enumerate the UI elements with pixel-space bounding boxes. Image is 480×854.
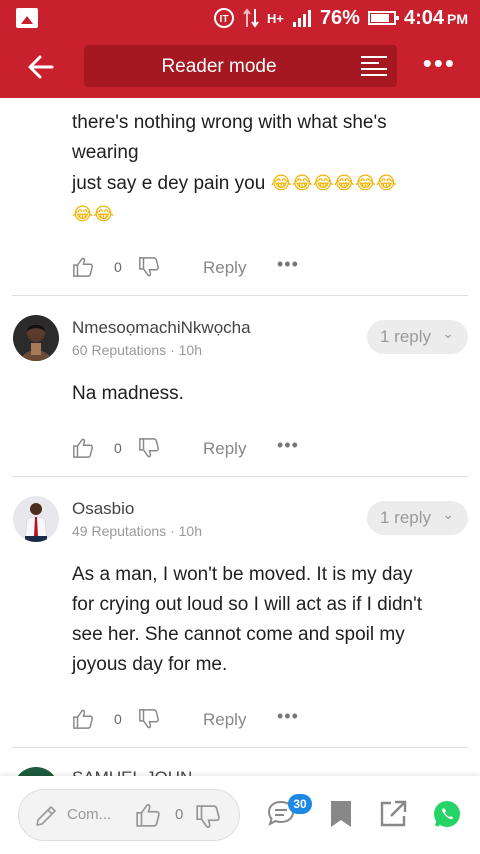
back-button[interactable] xyxy=(26,52,58,82)
comment-line: wearing xyxy=(72,142,139,163)
comment-more-button[interactable]: ••• xyxy=(277,706,299,727)
comment-line: there's nothing wrong with what she's xyxy=(72,112,387,133)
like-count: 0 xyxy=(114,259,122,275)
reply-button[interactable]: Reply xyxy=(203,258,246,278)
comment-line: joyous day for me. xyxy=(72,654,228,675)
comment-composer[interactable]: Com... 0 xyxy=(18,789,240,841)
avatar[interactable] xyxy=(13,496,59,542)
comment-line: As a man, I won't be moved. It is my day xyxy=(72,564,413,585)
thumbs-up-icon[interactable] xyxy=(72,437,94,459)
comment-more-button[interactable]: ••• xyxy=(277,435,299,456)
comment-more-button[interactable]: ••• xyxy=(277,254,299,275)
comment-line: just say e dey pain you xyxy=(72,173,266,194)
network-type: H+ xyxy=(266,10,284,26)
reply-button[interactable]: Reply xyxy=(203,439,246,459)
view-replies-button[interactable]: 1 reply ⌄ xyxy=(367,501,468,535)
comment-line-with-emoji: just say e dey pain you 😂😂😂😂😂😂 xyxy=(72,168,467,199)
comment-meta: 60 Reputations · 10h xyxy=(72,342,202,358)
comment-line: see her. She cannot come and spoil my xyxy=(72,624,405,645)
chevron-down-icon: ⌄ xyxy=(442,506,454,522)
more-options-button[interactable]: ••• xyxy=(423,50,456,76)
thumbs-down-icon[interactable] xyxy=(138,437,160,459)
divider xyxy=(12,747,468,748)
svg-text:IT: IT xyxy=(220,14,229,25)
comment-count-badge: 30 xyxy=(288,794,312,814)
clock-suffix: PM xyxy=(447,10,468,27)
like-count: 0 xyxy=(114,440,122,456)
signal-icon xyxy=(292,10,311,27)
comment-body: Na madness. xyxy=(72,383,184,404)
replies-label: 1 reply xyxy=(380,508,432,527)
reader-mode-label: Reader mode xyxy=(161,56,277,77)
laughing-emoji-icon: 😂😂 xyxy=(72,204,115,224)
username[interactable]: Osasbio xyxy=(72,499,134,519)
avatar-image xyxy=(13,315,59,361)
thumbs-down-icon[interactable] xyxy=(195,804,221,830)
thumbs-up-icon[interactable] xyxy=(72,708,94,730)
divider xyxy=(12,295,468,296)
view-replies-button[interactable]: 1 reply ⌄ xyxy=(367,320,468,354)
share-icon[interactable] xyxy=(377,798,409,830)
comment-actions: 0 Reply ••• xyxy=(72,435,372,465)
chevron-down-icon: ⌄ xyxy=(442,325,454,341)
replies-label: 1 reply xyxy=(380,327,432,346)
reader-mode-button[interactable]: Reader mode xyxy=(84,45,397,87)
avatar-image xyxy=(13,496,59,542)
reader-lines-icon xyxy=(361,56,387,76)
data-saver-icon: IT xyxy=(213,8,234,28)
divider xyxy=(12,476,468,477)
app-toolbar: Reader mode ••• xyxy=(0,36,480,98)
composer-placeholder: Com... xyxy=(67,806,112,823)
reply-button[interactable]: Reply xyxy=(203,710,246,730)
thumbs-up-icon[interactable] xyxy=(135,802,161,828)
bookmark-icon[interactable] xyxy=(325,798,357,830)
battery-percent: 76% xyxy=(319,6,360,29)
arrow-left-icon xyxy=(28,55,54,79)
username[interactable]: NmesoọmachiNkwọcha xyxy=(72,318,251,338)
gallery-notification-icon xyxy=(16,8,38,28)
battery-icon xyxy=(367,11,399,25)
pencil-icon xyxy=(36,806,56,826)
data-transfer-icon xyxy=(243,8,259,28)
comment-actions: 0 Reply ••• xyxy=(72,706,372,736)
laughing-emoji-icon: 😂😂😂😂😂😂 xyxy=(270,173,397,193)
avatar[interactable] xyxy=(13,315,59,361)
whatsapp-icon[interactable] xyxy=(431,798,463,830)
comment-meta: 49 Reputations · 10h xyxy=(72,523,202,539)
thumbs-up-icon[interactable] xyxy=(72,256,94,278)
bottom-bar: Com... 0 30 xyxy=(0,776,480,854)
article-like-count: 0 xyxy=(175,806,184,823)
clock-time: 4:04 xyxy=(403,6,444,29)
comment-line: for crying out loud so I will act as if … xyxy=(72,594,423,615)
comment-body: As a man, I won't be moved. It is my day… xyxy=(72,560,467,680)
status-right: IT H+ 76% 4:04 PM xyxy=(213,6,468,30)
status-bar: IT H+ 76% 4:04 PM xyxy=(0,0,480,36)
comment-actions: 0 Reply ••• xyxy=(72,254,372,284)
thumbs-down-icon[interactable] xyxy=(138,708,160,730)
clock: 4:04 PM xyxy=(404,7,468,30)
like-count: 0 xyxy=(114,711,122,727)
comment-body: there's nothing wrong with what she's we… xyxy=(72,108,467,230)
thumbs-down-icon[interactable] xyxy=(138,256,160,278)
